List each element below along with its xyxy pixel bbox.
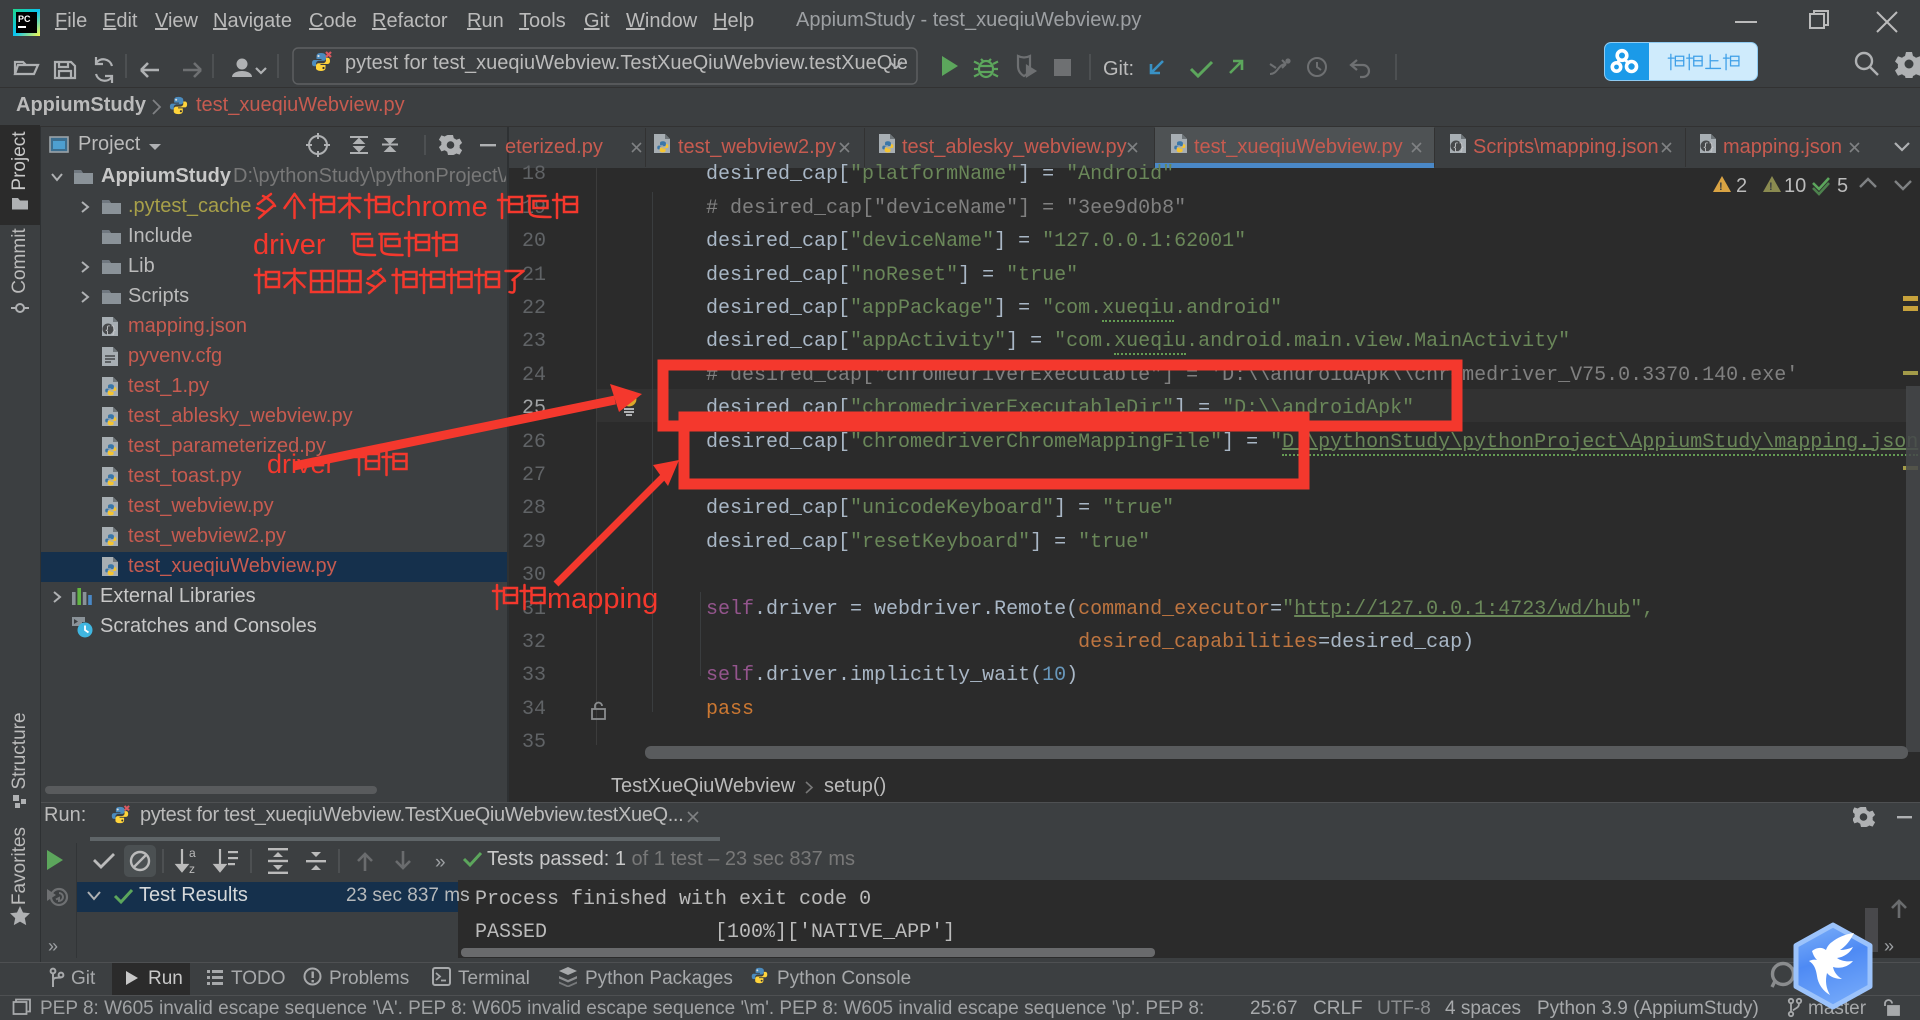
svg-text:driver: driver xyxy=(253,229,326,261)
svg-text:mapping: mapping xyxy=(547,583,658,615)
svg-text:driver: driver xyxy=(267,449,335,479)
svg-text:chrome: chrome xyxy=(391,191,488,223)
